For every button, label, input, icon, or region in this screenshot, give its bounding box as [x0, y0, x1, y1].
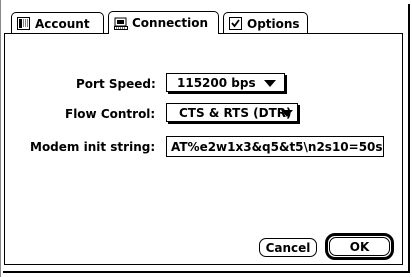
connection-icon — [114, 17, 128, 30]
ok-button-label: OK — [349, 239, 370, 254]
cancel-button-label: Cancel — [265, 240, 311, 255]
tab-connection[interactable]: Connection — [108, 11, 219, 34]
modem-init-value: AT%e2w1x3&q5&t5\n2s10=50s36=4 — [171, 139, 383, 154]
window-shadow-right — [408, 4, 410, 273]
port-speed-select[interactable]: 115200 bps — [166, 73, 285, 92]
window-shadow-bottom — [3, 271, 410, 273]
port-speed-label: Port Speed: — [76, 77, 156, 91]
modem-init-field[interactable]: AT%e2w1x3&q5&t5\n2s10=50s36=4 — [166, 136, 384, 157]
tab-options[interactable]: Options — [223, 12, 308, 34]
cancel-button[interactable]: Cancel — [259, 238, 317, 257]
tab-account[interactable]: Account — [11, 12, 104, 34]
flow-control-label: Flow Control: — [65, 107, 156, 121]
flow-control-value: CTS & RTS (DTR) — [179, 105, 292, 120]
checkbox-icon — [229, 17, 242, 30]
account-icon — [17, 17, 30, 30]
tab-connection-label: Connection — [132, 16, 209, 30]
flow-control-select[interactable]: CTS & RTS (DTR) — [166, 103, 298, 122]
window-left-edge — [0, 0, 1, 277]
ok-button[interactable]: OK — [329, 237, 390, 256]
modem-init-label: Modem init string: — [30, 140, 156, 154]
port-speed-value: 115200 bps — [177, 75, 256, 90]
active-tab-join — [109, 33, 218, 35]
tab-options-label: Options — [247, 16, 300, 31]
popup-arrow-icon — [264, 80, 276, 87]
tab-account-label: Account — [35, 16, 90, 31]
popup-arrow-icon — [281, 110, 293, 117]
